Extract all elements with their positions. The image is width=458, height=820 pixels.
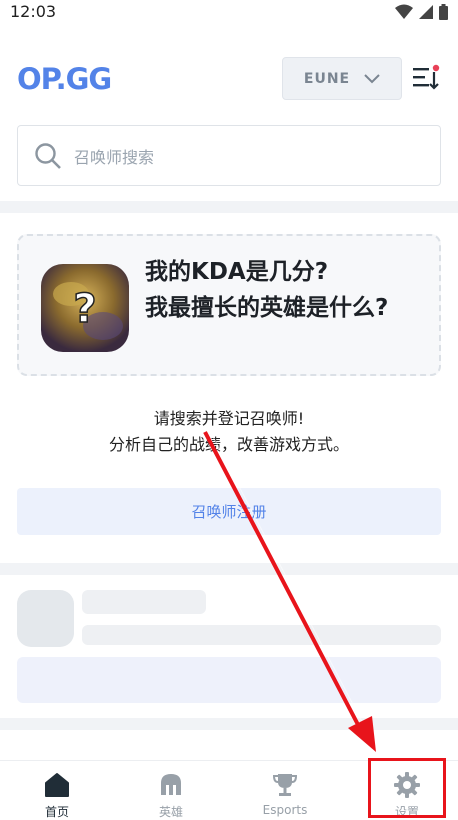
champion-avatar: ? [41, 264, 129, 352]
signal-icon [419, 5, 433, 19]
champion-helmet-icon [161, 774, 181, 795]
nav-esports[interactable]: Esports [228, 761, 342, 820]
status-icons [395, 4, 448, 20]
region-selector[interactable]: EUNE [282, 57, 402, 100]
gear-icon [394, 772, 420, 798]
nav-settings[interactable]: 设置 [350, 761, 458, 820]
prompt-line-1: 请搜索并登记召唤师! [153, 409, 305, 428]
status-time: 12:03 [10, 2, 57, 21]
status-bar: 12:03 [0, 0, 458, 26]
search-input[interactable]: 召唤师搜索 [17, 125, 441, 186]
nav-home-label: 首页 [44, 805, 69, 819]
section-divider [0, 201, 458, 213]
nav-champions-label: 英雄 [158, 805, 183, 819]
region-label: EUNE [303, 70, 351, 87]
nav-esports-label: Esports [262, 803, 308, 817]
wifi-icon [395, 4, 413, 19]
opgg-logo[interactable]: OP.GG [17, 63, 125, 93]
skeleton-avatar [17, 590, 74, 647]
section-divider [0, 563, 458, 575]
nav-settings-label: 设置 [394, 805, 419, 819]
kda-promo-card: ? 我的KDA是几分? 我最擅长的英雄是什么? [17, 234, 441, 376]
kda-title: 我的KDA是几分? 我最擅长的英雄是什么? [145, 259, 389, 321]
nav-home[interactable]: 首页 [0, 761, 114, 820]
svg-text:OP.GG: OP.GG [17, 63, 111, 93]
register-summoner-button[interactable]: 召唤师注册 [17, 488, 441, 535]
svg-text:?: ? [73, 286, 96, 332]
trophy-icon [272, 774, 298, 796]
search-icon [35, 142, 61, 169]
search-placeholder: 召唤师搜索 [74, 147, 155, 167]
skeleton-line [82, 590, 206, 614]
bottom-navigation: 首页 英雄 Esports 设置 [0, 760, 458, 820]
battery-icon [439, 4, 448, 20]
prompt-line-2: 分析自己的战绩，改善游戏方式。 [108, 435, 349, 454]
nav-champions[interactable]: 英雄 [114, 761, 228, 820]
section-divider [0, 718, 458, 730]
register-prompt: 请搜索并登记召唤师! 分析自己的战绩，改善游戏方式。 [0, 406, 458, 458]
sort-menu-icon[interactable] [411, 64, 441, 92]
register-button-label: 召唤师注册 [191, 503, 267, 521]
home-icon [45, 773, 69, 797]
skeleton-line [82, 625, 441, 645]
skeleton-block [17, 657, 441, 703]
chevron-down-icon [364, 73, 380, 83]
